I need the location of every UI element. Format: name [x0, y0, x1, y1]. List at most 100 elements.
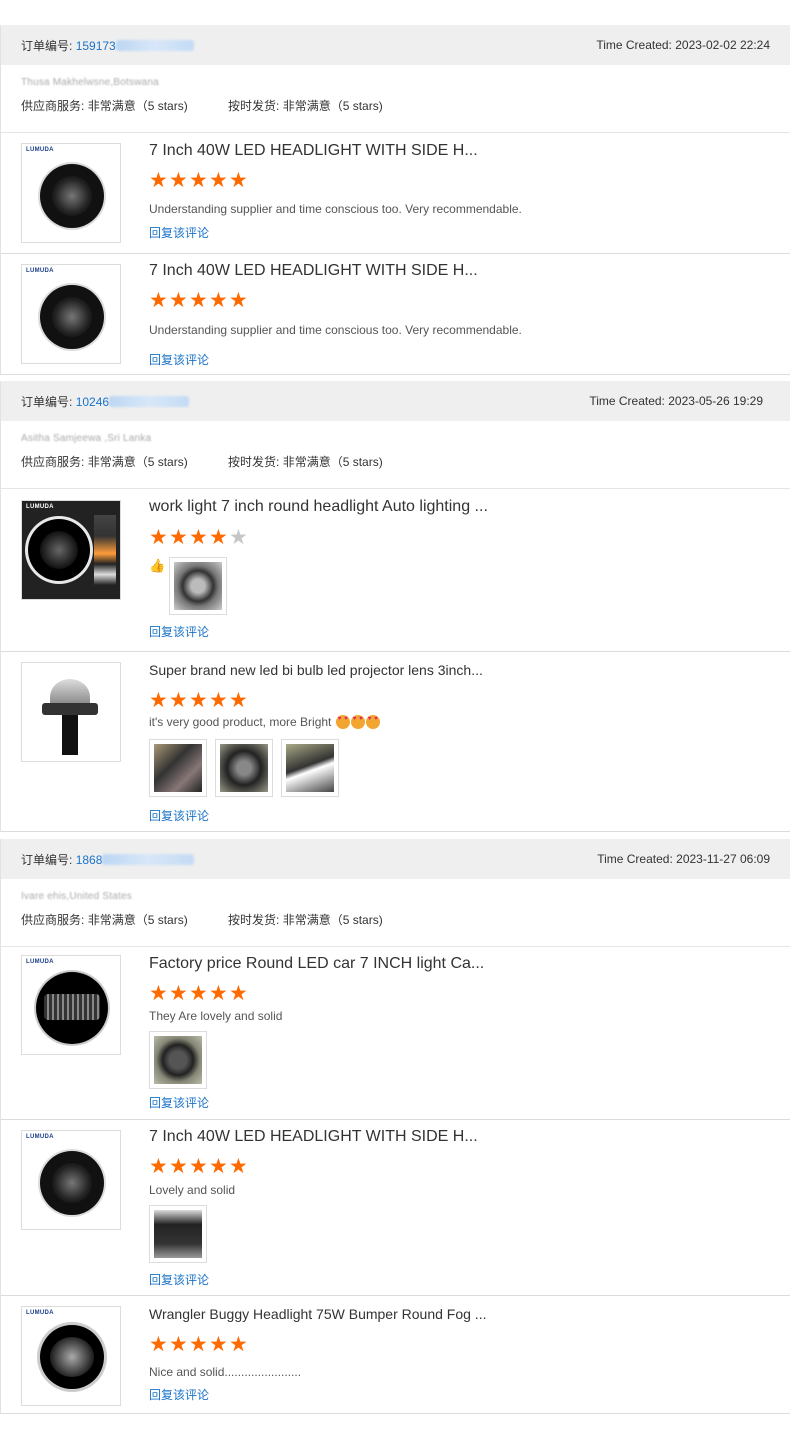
- brand-logo: LUMUDA: [26, 1310, 54, 1316]
- star-filled-icon: ★: [209, 1333, 228, 1356]
- review-photo[interactable]: [149, 1031, 207, 1089]
- product-thumbnail[interactable]: LUMUDA: [21, 143, 121, 243]
- review-photo[interactable]: [215, 739, 273, 797]
- star-filled-icon: ★: [149, 1333, 168, 1356]
- buyer-name: Asitha Samjeewa ,Sri Lanka: [21, 433, 152, 444]
- heart-eyes-emoji-icon: [335, 715, 350, 729]
- brand-logo: LUMUDA: [26, 504, 54, 510]
- review-comment: Lovely and solid: [149, 1183, 236, 1197]
- review-item: LUMUDA Wrangler Buggy Headlight 75W Bump…: [1, 1296, 790, 1414]
- star-filled-icon: ★: [209, 689, 228, 712]
- seller-ratings: 供应商服务: 非常满意（5 stars) 按时发货: 非常满意（5 stars): [21, 453, 770, 470]
- product-thumbnail[interactable]: LUMUDA: [21, 1306, 121, 1406]
- reply-link[interactable]: 回复该评论: [149, 1386, 209, 1403]
- star-filled-icon: ★: [169, 169, 188, 192]
- star-filled-icon: ★: [229, 982, 248, 1005]
- order-number: 订单编号: 1868: [21, 851, 195, 868]
- order-block: 订单编号: 159173 Time Created: 2023-02-02 22…: [0, 25, 790, 375]
- review-photo[interactable]: [281, 739, 339, 797]
- star-rating: ★ ★ ★ ★ ★: [149, 982, 248, 1005]
- product-title[interactable]: 7 Inch 40W LED HEADLIGHT WITH SIDE H...: [149, 1128, 478, 1146]
- star-filled-icon: ★: [189, 1333, 208, 1356]
- order-header: 订单编号: 1868 Time Created: 2023-11-27 06:0…: [1, 839, 790, 879]
- buyer-info: Asitha Samjeewa ,Sri Lanka 供应商服务: 非常满意（5…: [1, 421, 790, 489]
- review-comment: Nice and solid.......................: [149, 1365, 302, 1379]
- brand-logo: LUMUDA: [26, 268, 54, 274]
- star-filled-icon: ★: [169, 289, 188, 312]
- product-thumbnail[interactable]: [21, 662, 121, 762]
- star-rating: ★ ★ ★ ★ ★: [149, 1333, 248, 1356]
- order-header: 订单编号: 159173 Time Created: 2023-02-02 22…: [1, 25, 790, 65]
- review-item: LUMUDA 7 Inch 40W LED HEADLIGHT WITH SID…: [1, 1120, 790, 1296]
- order-time: Time Created: 2023-11-27 06:09: [597, 852, 770, 866]
- review-item: LUMUDA 7 Inch 40W LED HEADLIGHT WITH SID…: [1, 254, 790, 375]
- order-block: 订单编号: 1868 Time Created: 2023-11-27 06:0…: [0, 839, 790, 1414]
- star-filled-icon: ★: [149, 1155, 168, 1178]
- star-filled-icon: ★: [169, 526, 188, 549]
- product-title[interactable]: work light 7 inch round headlight Auto l…: [149, 498, 488, 516]
- product-title[interactable]: Factory price Round LED car 7 INCH light…: [149, 955, 484, 973]
- review-item: Super brand new led bi bulb led projecto…: [1, 652, 790, 832]
- star-filled-icon: ★: [149, 982, 168, 1005]
- product-thumbnail[interactable]: LUMUDA: [21, 264, 121, 364]
- review-photos: [149, 1205, 207, 1263]
- reply-link[interactable]: 回复该评论: [149, 1271, 209, 1288]
- order-time: Time Created: 2023-05-26 19:29: [589, 394, 763, 408]
- star-filled-icon: ★: [229, 1155, 248, 1178]
- star-filled-icon: ★: [189, 526, 208, 549]
- order-number-link[interactable]: 10246: [76, 395, 190, 409]
- buyer-info: Thusa Makhelwsne,Botswana 供应商服务: 非常满意（5 …: [1, 65, 790, 133]
- order-number: 订单编号: 10246: [21, 393, 190, 410]
- product-thumbnail[interactable]: LUMUDA: [21, 1130, 121, 1230]
- star-filled-icon: ★: [189, 169, 208, 192]
- review-photo[interactable]: [149, 739, 207, 797]
- review-photo[interactable]: [169, 557, 227, 615]
- order-number: 订单编号: 159173: [21, 37, 194, 54]
- supplier-service-rating: 供应商服务: 非常满意（5 stars): [21, 913, 188, 927]
- star-rating: ★ ★ ★ ★ ★: [149, 526, 248, 549]
- product-title[interactable]: Super brand new led bi bulb led projecto…: [149, 662, 483, 678]
- reply-link[interactable]: 回复该评论: [149, 623, 209, 640]
- product-thumbnail[interactable]: LUMUDA: [21, 500, 121, 600]
- brand-logo: LUMUDA: [26, 147, 54, 153]
- star-empty-icon: ★: [229, 526, 248, 549]
- supplier-service-rating: 供应商服务: 非常满意（5 stars): [21, 455, 188, 469]
- order-number-label: 订单编号:: [21, 38, 73, 53]
- star-filled-icon: ★: [189, 1155, 208, 1178]
- reply-link[interactable]: 回复该评论: [149, 351, 209, 368]
- delivery-rating: 按时发货: 非常满意（5 stars): [228, 99, 383, 113]
- seller-ratings: 供应商服务: 非常满意（5 stars) 按时发货: 非常满意（5 stars): [21, 97, 770, 114]
- product-title[interactable]: 7 Inch 40W LED HEADLIGHT WITH SIDE H...: [149, 142, 478, 160]
- star-filled-icon: ★: [189, 982, 208, 1005]
- buyer-name: Ivare ehis,United States: [21, 891, 132, 902]
- review-photos: [149, 739, 339, 797]
- reply-link[interactable]: 回复该评论: [149, 807, 209, 824]
- star-filled-icon: ★: [189, 289, 208, 312]
- star-filled-icon: ★: [149, 289, 168, 312]
- review-comment: it's very good product, more Bright: [149, 715, 380, 729]
- order-time: Time Created: 2023-02-02 22:24: [596, 38, 770, 52]
- heart-eyes-emoji-icon: [365, 715, 380, 729]
- product-title[interactable]: Wrangler Buggy Headlight 75W Bumper Roun…: [149, 1306, 486, 1322]
- order-header: 订单编号: 10246 Time Created: 2023-05-26 19:…: [1, 381, 790, 421]
- order-number-link[interactable]: 1868: [76, 853, 195, 867]
- product-thumbnail[interactable]: LUMUDA: [21, 955, 121, 1055]
- review-comment: Understanding supplier and time consciou…: [149, 323, 522, 337]
- reply-link[interactable]: 回复该评论: [149, 1094, 209, 1111]
- star-filled-icon: ★: [189, 689, 208, 712]
- product-title[interactable]: 7 Inch 40W LED HEADLIGHT WITH SIDE H...: [149, 262, 478, 280]
- star-filled-icon: ★: [169, 1155, 188, 1178]
- brand-logo: LUMUDA: [26, 959, 54, 965]
- review-photo[interactable]: [149, 1205, 207, 1263]
- buyer-info: Ivare ehis,United States 供应商服务: 非常满意（5 s…: [1, 879, 790, 947]
- buyer-name: Thusa Makhelwsne,Botswana: [21, 77, 159, 88]
- star-filled-icon: ★: [229, 1333, 248, 1356]
- review-item: LUMUDA Factory price Round LED car 7 INC…: [1, 947, 790, 1120]
- star-filled-icon: ★: [209, 289, 228, 312]
- brand-logo: LUMUDA: [26, 1134, 54, 1140]
- delivery-rating: 按时发货: 非常满意（5 stars): [228, 455, 383, 469]
- reply-link[interactable]: 回复该评论: [149, 224, 209, 241]
- star-filled-icon: ★: [209, 169, 228, 192]
- order-number-link[interactable]: 159173: [76, 39, 194, 53]
- star-rating: ★ ★ ★ ★ ★: [149, 1155, 248, 1178]
